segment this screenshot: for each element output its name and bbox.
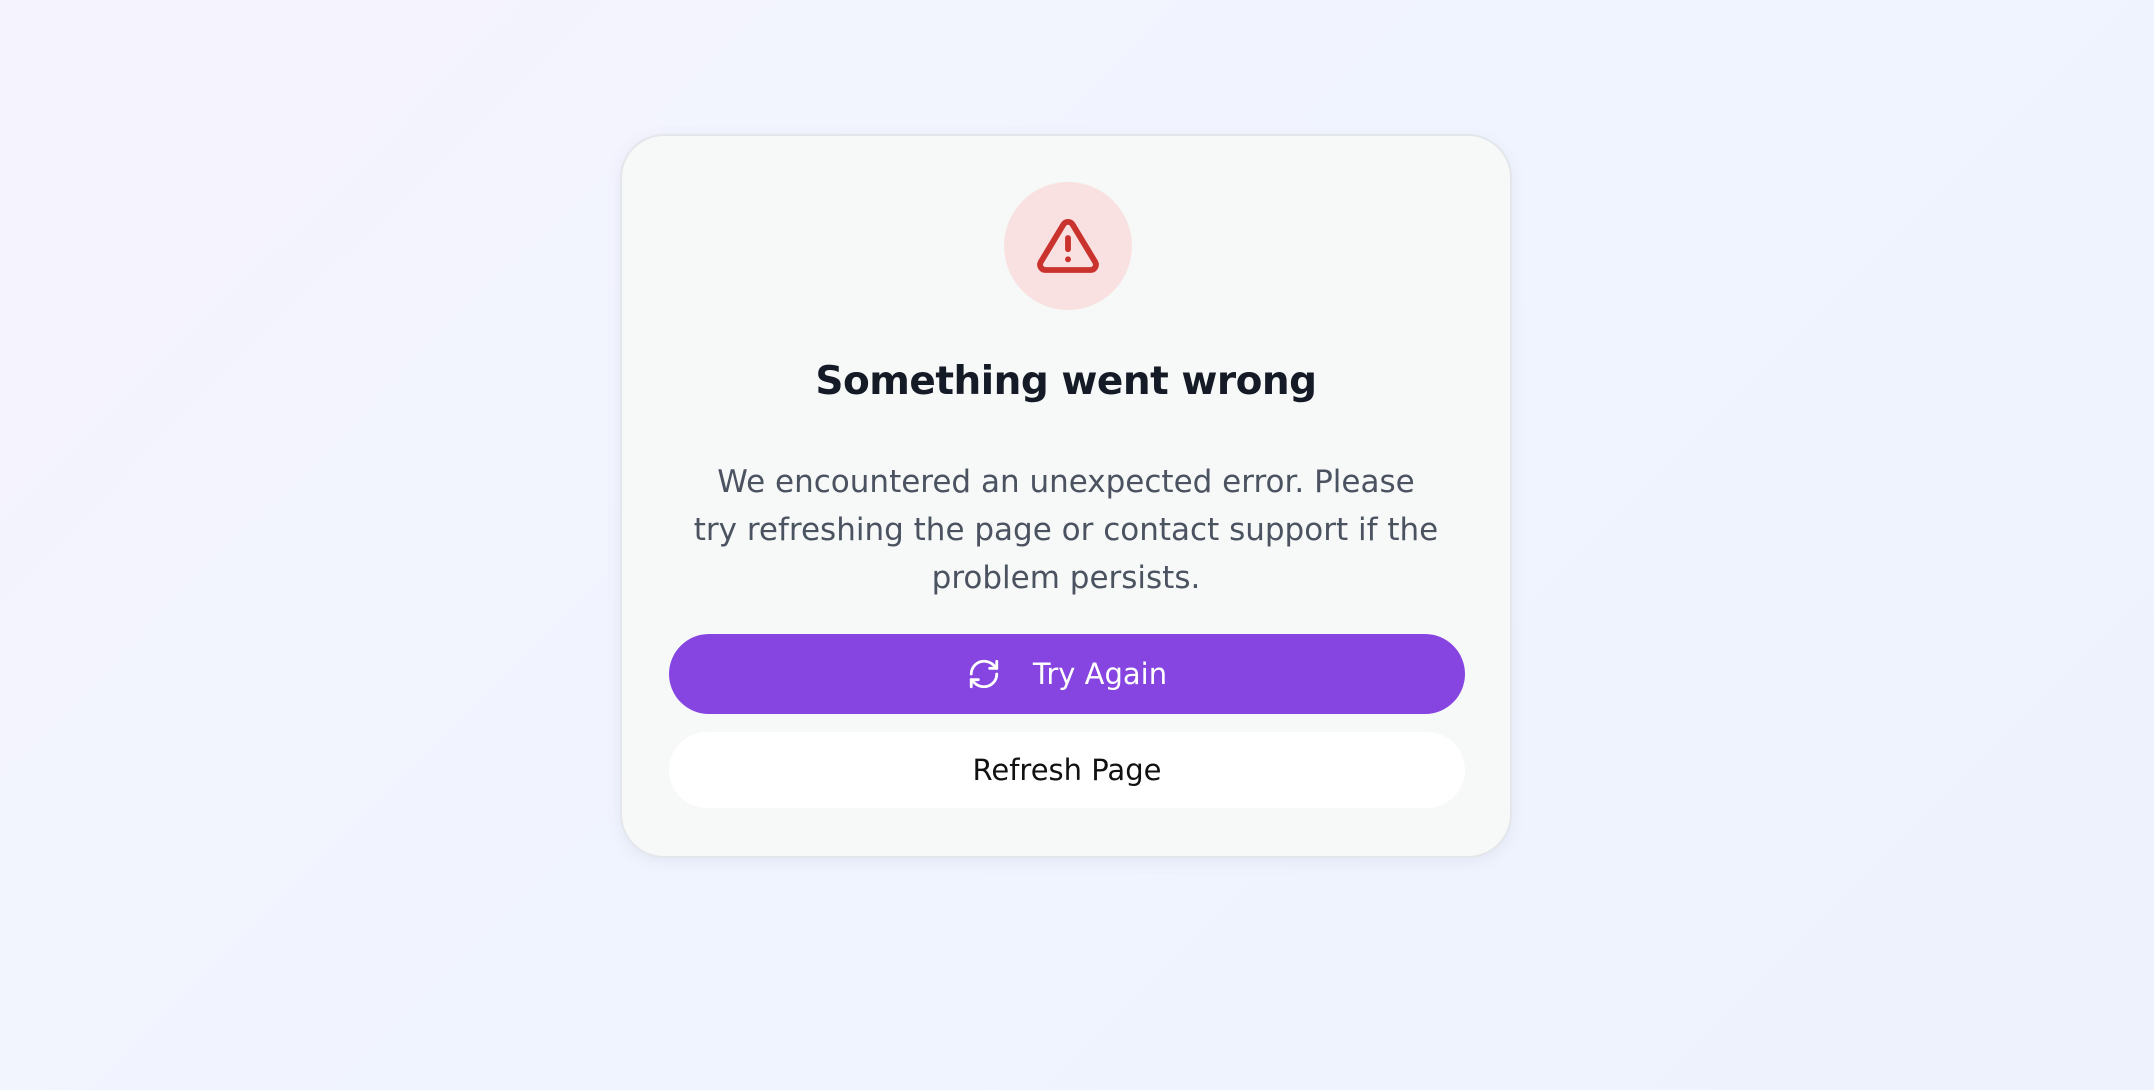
warning-triangle-icon bbox=[1037, 218, 1099, 273]
error-card: Something went wrong We encountered an u… bbox=[620, 134, 1512, 858]
error-icon-badge bbox=[1004, 182, 1132, 310]
refresh-page-label: Refresh Page bbox=[972, 753, 1162, 787]
try-again-label: Try Again bbox=[1032, 657, 1168, 691]
refresh-icon bbox=[969, 659, 999, 689]
try-again-button[interactable]: Try Again bbox=[669, 634, 1465, 714]
error-message: We encountered an unexpected error. Plea… bbox=[693, 464, 1439, 596]
refresh-page-button[interactable]: Refresh Page bbox=[669, 732, 1465, 808]
error-title: Something went wrong bbox=[815, 359, 1317, 404]
